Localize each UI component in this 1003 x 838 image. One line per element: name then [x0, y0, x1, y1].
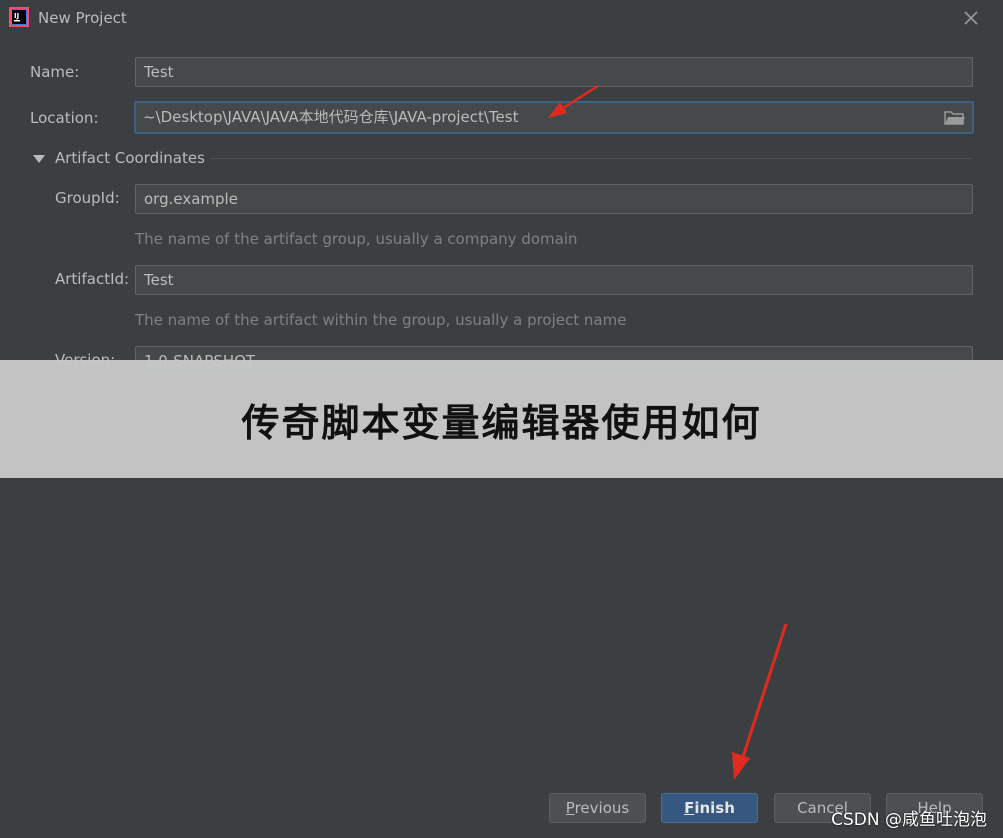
finish-mnemonic: F — [684, 799, 695, 817]
artifactid-field[interactable]: Test — [135, 265, 973, 295]
previous-label: revious — [574, 799, 630, 817]
window-title: New Project — [38, 9, 127, 27]
annotation-arrow — [732, 623, 788, 780]
previous-button[interactable]: Previous — [549, 793, 646, 823]
intellij-idea-icon: IJ — [9, 7, 29, 27]
close-icon[interactable] — [959, 6, 983, 30]
section-divider — [210, 158, 972, 159]
svg-text:IJ: IJ — [14, 12, 19, 20]
artifactid-hint: The name of the artifact within the grou… — [135, 311, 627, 329]
location-label: Location: — [30, 109, 99, 127]
groupid-label: GroupId: — [55, 189, 120, 207]
groupid-field[interactable]: org.example — [135, 184, 973, 214]
collapse-triangle-icon[interactable] — [33, 155, 45, 163]
previous-mnemonic: P — [565, 799, 575, 817]
finish-label: inish — [694, 799, 735, 817]
groupid-hint: The name of the artifact group, usually … — [135, 230, 578, 248]
csdn-watermark: CSDN @咸鱼吐泡泡 — [831, 810, 987, 830]
folder-icon[interactable] — [944, 109, 966, 127]
section-title[interactable]: Artifact Coordinates — [55, 149, 205, 167]
annotation-arrow — [548, 84, 599, 118]
title-bar: IJ New Project — [0, 0, 1003, 36]
finish-button[interactable]: Finish — [661, 793, 758, 823]
name-label: Name: — [30, 63, 80, 81]
artifactid-label: ArtifactId: — [55, 270, 130, 288]
banner-title: 传奇脚本变量编辑器使用如何 — [241, 401, 762, 445]
